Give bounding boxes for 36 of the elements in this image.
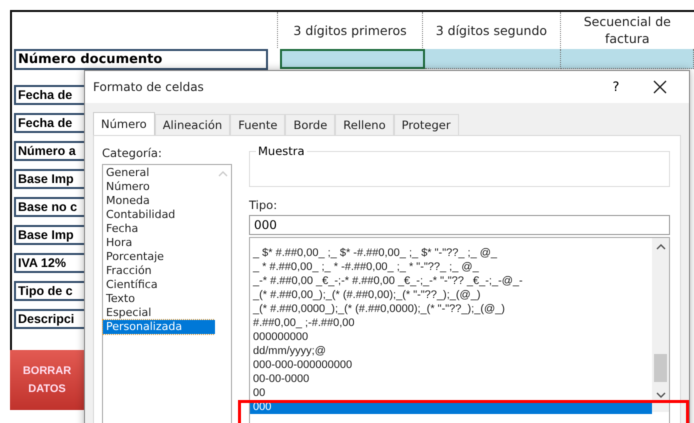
tab[interactable]: Fuente bbox=[230, 114, 286, 135]
table-cell[interactable] bbox=[560, 49, 694, 69]
table-cell[interactable] bbox=[424, 49, 561, 69]
column-header: Secuencial de factura bbox=[560, 12, 694, 48]
row-label: Número documento bbox=[14, 48, 268, 70]
sample-label: Muestra bbox=[256, 144, 307, 158]
format-item[interactable]: _(* #.##0,0000_);_(* (#.##0,0000);_(* "-"??_);_(@_) bbox=[250, 302, 652, 316]
tab[interactable]: Número bbox=[93, 112, 155, 135]
clear-button[interactable]: BORRAR DATOS bbox=[10, 350, 84, 410]
format-item[interactable]: 00-00-0000 bbox=[250, 372, 652, 386]
scroll-up-icon[interactable] bbox=[656, 244, 666, 250]
tab[interactable]: Relleno bbox=[335, 114, 394, 135]
format-item[interactable]: _ $* #.##0,00_ ;_ $* -#.##0,00_ ;_ $* "-"??_ ;_ @_ bbox=[250, 246, 652, 260]
column-header: 3 dígitos segundo bbox=[422, 12, 560, 48]
help-button[interactable]: ? bbox=[601, 80, 631, 94]
type-label: Tipo: bbox=[249, 198, 278, 214]
format-item[interactable]: #.##0,00_ ;-#.##0,00 bbox=[250, 316, 652, 330]
type-field[interactable]: 000 bbox=[249, 215, 670, 235]
format-item[interactable]: _(* #.##0,00_);_(* (#.##0,00);_(* "-"??_);_(@_) bbox=[250, 288, 652, 302]
scrollbar-thumb[interactable] bbox=[654, 354, 667, 382]
format-item[interactable]: 000000000 bbox=[250, 330, 652, 344]
tab[interactable]: Borde bbox=[285, 114, 336, 135]
table-cell[interactable] bbox=[280, 49, 425, 69]
tab[interactable]: Alineación bbox=[154, 114, 230, 135]
format-list[interactable] bbox=[249, 237, 670, 423]
column-header: 3 dígitos primeros bbox=[276, 12, 422, 48]
category-list[interactable]: General Número Moneda Contabilidad Fecha Hora Porcentaje Fracción Científica Texto Especial Personalizada bbox=[102, 164, 232, 423]
format-item[interactable]: 000-000-000000000 bbox=[250, 358, 652, 372]
format-item[interactable]: _-* #.##0,00 _€_-;-* #.##0,00 _€_-;_-* "-"?? _€_-;_-@_- bbox=[250, 274, 652, 288]
format-item[interactable]: 00 bbox=[250, 386, 652, 400]
scroll-down-icon[interactable] bbox=[656, 392, 666, 398]
close-icon[interactable] bbox=[653, 80, 667, 94]
category-item[interactable]: Personalizada bbox=[103, 320, 215, 334]
tab[interactable]: Proteger bbox=[394, 114, 459, 135]
format-item[interactable]: dd/mm/yyyy;@ bbox=[250, 344, 652, 358]
format-item[interactable]: _ * #.##0,00_ ;_ * -#.##0,00_ ;_ * "-"??_ ;_ @_ bbox=[250, 260, 652, 274]
